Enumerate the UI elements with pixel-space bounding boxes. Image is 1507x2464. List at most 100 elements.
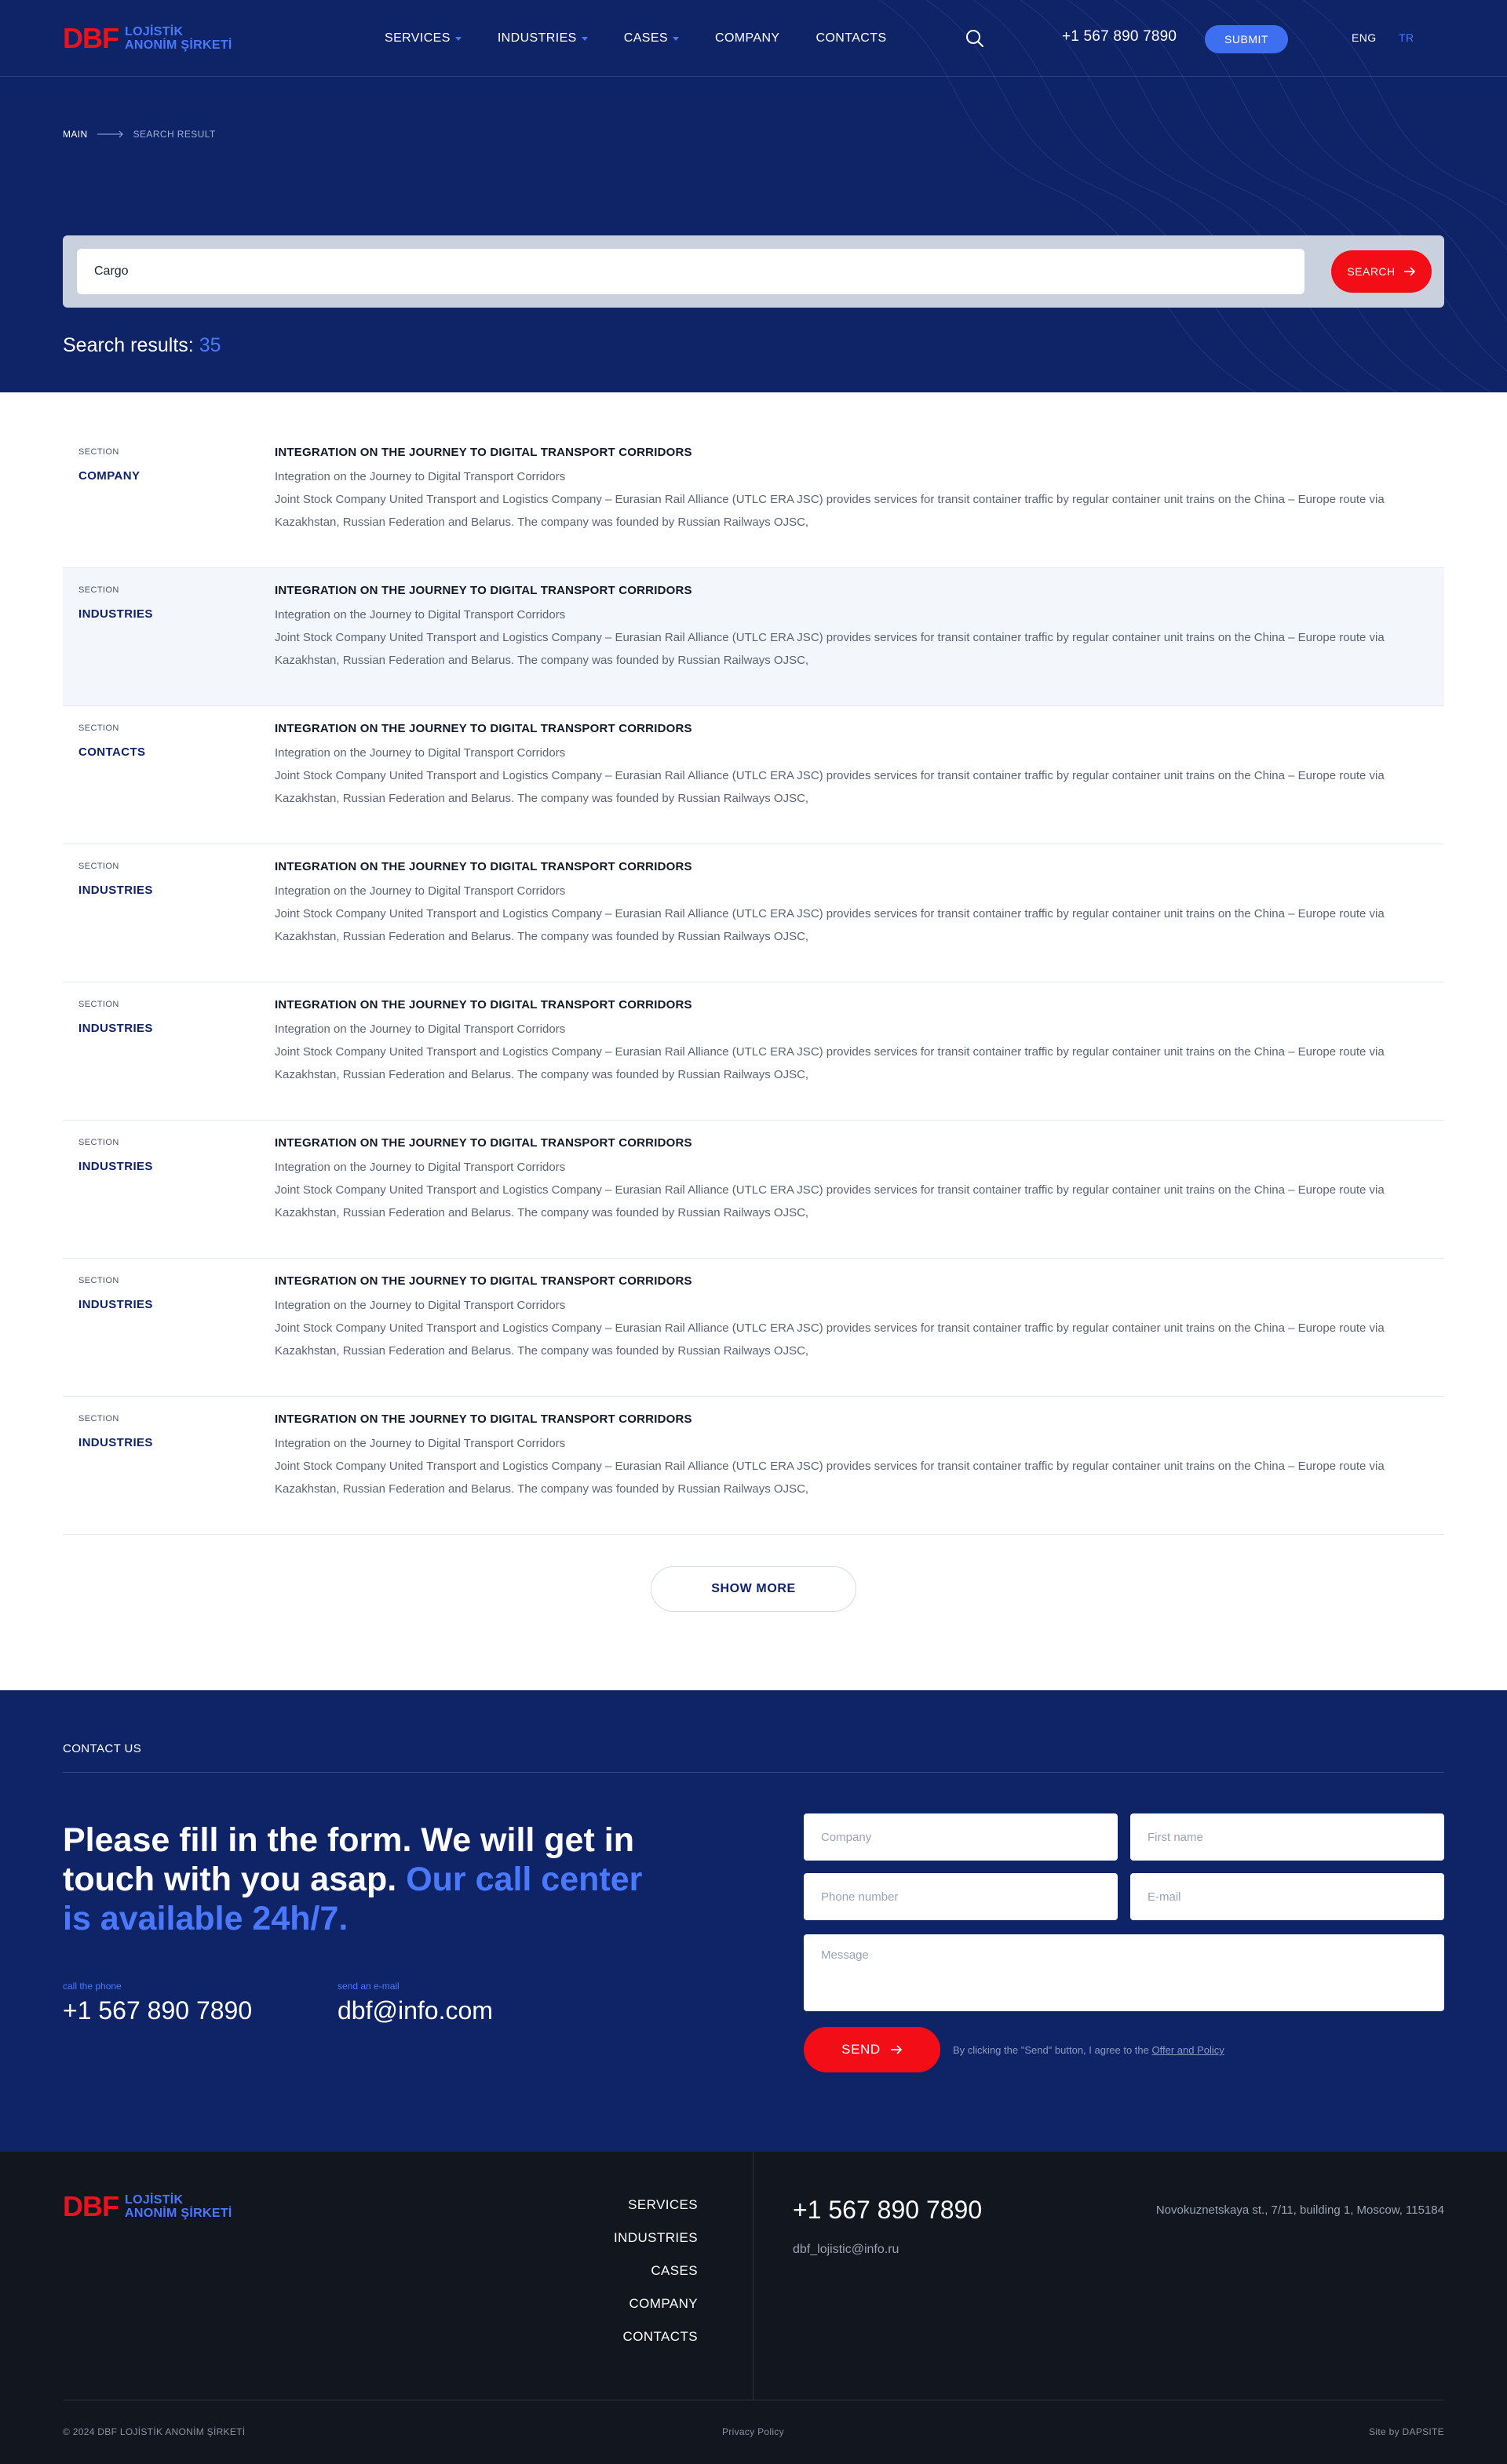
divider — [63, 1772, 1444, 1773]
brand-logo[interactable]: DBF LOJİSTİK ANONİM ŞİRKETİ — [63, 24, 377, 53]
arrow-right-icon — [890, 2045, 902, 2054]
result-subtitle: Integration on the Journey to Digital Tr… — [275, 1022, 566, 1036]
nav-item-industries[interactable]: INDUSTRIES — [498, 31, 588, 46]
logo-mark: DBF — [63, 24, 119, 53]
search-result-row[interactable]: SECTION INDUSTRIES INTEGRATION ON THE JOUR… — [63, 1397, 1444, 1535]
result-section-link[interactable]: INDUSTRIES — [78, 1160, 275, 1173]
privacy-policy-link[interactable]: Privacy Policy — [722, 2426, 784, 2437]
footer-address: Novokuznetskaya st., 7/11, building 1, M… — [1155, 2203, 1444, 2217]
contact-phone-link[interactable]: +1 567 890 7890 — [63, 1996, 252, 2025]
result-section-label: SECTION — [78, 447, 119, 457]
result-section-link[interactable]: CONTACTS — [78, 745, 275, 759]
result-subtitle: Integration on the Journey to Digital Tr… — [275, 608, 566, 621]
email-caption: send an e-mail — [338, 1981, 400, 1992]
consent-note: By clicking the "Send" button, I agree t… — [953, 2044, 1224, 2056]
search-result-row[interactable]: SECTION INDUSTRIES INTEGRATION ON THE JOUR… — [63, 568, 1444, 706]
result-section-column: SECTION INDUSTRIES — [63, 568, 275, 705]
site-credit-link[interactable]: Site by DAPSITE — [1369, 2426, 1444, 2437]
language-eng[interactable]: ENG — [1352, 31, 1377, 44]
contact-section: CONTACT US Please fill in the form. We w… — [0, 1690, 1507, 2152]
result-section-column: SECTION INDUSTRIES — [63, 982, 275, 1120]
logo-wordmark: DBF — [63, 2190, 119, 2222]
result-body: INTEGRATION ON THE JOURNEY TO DIGITAL TR… — [275, 1259, 1405, 1396]
result-excerpt: Joint Stock Company United Transport and… — [275, 1321, 1385, 1358]
result-section-column: SECTION CONTACTS — [63, 706, 275, 844]
search-result-row[interactable]: SECTION INDUSTRIES INTEGRATION ON THE JOUR… — [63, 982, 1444, 1121]
search-result-row[interactable]: SECTION CONTACTS INTEGRATION ON THE JOURNE… — [63, 706, 1444, 844]
show-more-button[interactable]: SHOW MORE — [651, 1566, 856, 1612]
result-title-link[interactable]: INTEGRATION ON THE JOURNEY TO DIGITAL TR… — [275, 722, 1405, 735]
result-subtitle: Integration on the Journey to Digital Tr… — [275, 1161, 566, 1174]
result-subtitle: Integration on the Journey to Digital Tr… — [275, 746, 566, 760]
email-field[interactable] — [1130, 1873, 1444, 1920]
nav-item-services[interactable]: SERVICES — [385, 31, 462, 46]
footer-phone-link[interactable]: +1 567 890 7890 — [793, 2196, 982, 2225]
footer-link-company[interactable]: COMPANY — [629, 2296, 699, 2312]
result-section-link[interactable]: INDUSTRIES — [78, 1298, 275, 1311]
contact-email-link[interactable]: dbf@info.com — [338, 1996, 493, 2025]
result-excerpt: Joint Stock Company United Transport and… — [275, 1460, 1385, 1496]
nav-item-company[interactable]: COMPANY — [715, 31, 780, 46]
result-section-link[interactable]: INDUSTRIES — [78, 1436, 275, 1449]
footer-brand-logo[interactable]: DBF LOJİSTİK ANONİM ŞİRKETİ — [63, 2192, 377, 2221]
footer-email-link[interactable]: dbf_lojistic@info.ru — [793, 2243, 899, 2257]
result-section-link[interactable]: INDUSTRIES — [78, 1022, 275, 1035]
search-result-row[interactable]: SECTION COMPANY INTEGRATION ON THE JOURNEY… — [63, 430, 1444, 568]
message-field[interactable] — [804, 1934, 1444, 2011]
result-subtitle: Integration on the Journey to Digital Tr… — [275, 884, 566, 898]
logo-line-2: ANONİM ŞİRKETİ — [125, 38, 232, 52]
search-icon[interactable] — [964, 27, 986, 49]
submit-button[interactable]: SUBMIT — [1205, 25, 1288, 53]
language-tr[interactable]: TR — [1399, 31, 1414, 44]
result-section-label: SECTION — [78, 862, 119, 871]
show-more-wrapper: SHOW MORE — [0, 1535, 1507, 1690]
footer-nav: SERVICES INDUSTRIES CASES COMPANY CONTAC… — [614, 2197, 698, 2345]
nav-label: CONTACTS — [816, 31, 887, 45]
footer-link-contacts[interactable]: CONTACTS — [623, 2329, 698, 2345]
search-button[interactable]: SEARCH — [1331, 250, 1432, 293]
chevron-down-icon — [581, 36, 588, 41]
hero-section: DBF LOJİSTİK ANONİM ŞİRKETİ SERVICES IND… — [0, 0, 1507, 392]
result-section-label: SECTION — [78, 1138, 119, 1147]
search-result-row[interactable]: SECTION INDUSTRIES INTEGRATION ON THE JOUR… — [63, 1259, 1444, 1397]
offer-policy-link[interactable]: Offer and Policy — [1152, 2044, 1224, 2056]
results-number: 35 — [199, 334, 221, 356]
breadcrumb-main-link[interactable]: MAIN — [63, 129, 88, 140]
contact-heading: Please fill in the form. We will get in … — [63, 1821, 675, 1938]
result-subtitle: Integration on the Journey to Digital Tr… — [275, 470, 566, 483]
company-field[interactable] — [804, 1813, 1118, 1861]
send-button[interactable]: SEND — [804, 2027, 940, 2072]
result-title-link[interactable]: INTEGRATION ON THE JOURNEY TO DIGITAL TR… — [275, 584, 1405, 597]
site-footer: DBF LOJİSTİK ANONİM ŞİRKETİ SERVICES IND… — [0, 2152, 1507, 2464]
result-title-link[interactable]: INTEGRATION ON THE JOURNEY TO DIGITAL TR… — [275, 446, 1405, 459]
search-results-count: Search results: 35 — [63, 334, 221, 357]
search-result-row[interactable]: SECTION INDUSTRIES INTEGRATION ON THE JOUR… — [63, 1121, 1444, 1259]
result-section-link[interactable]: INDUSTRIES — [78, 607, 275, 621]
result-title-link[interactable]: INTEGRATION ON THE JOURNEY TO DIGITAL TR… — [275, 1136, 1405, 1150]
nav-item-contacts[interactable]: CONTACTS — [816, 31, 887, 46]
send-button-label: SEND — [841, 2042, 881, 2057]
search-result-row[interactable]: SECTION INDUSTRIES INTEGRATION ON THE JOUR… — [63, 844, 1444, 982]
footer-link-services[interactable]: SERVICES — [628, 2197, 698, 2213]
main-nav: SERVICES INDUSTRIES CASES COMPANY CONTAC… — [385, 0, 887, 77]
nav-label: CASES — [623, 31, 668, 45]
result-title-link[interactable]: INTEGRATION ON THE JOURNEY TO DIGITAL TR… — [275, 1274, 1405, 1288]
nav-item-cases[interactable]: CASES — [624, 31, 679, 46]
result-subtitle: Integration on the Journey to Digital Tr… — [275, 1437, 566, 1450]
result-title-link[interactable]: INTEGRATION ON THE JOURNEY TO DIGITAL TR… — [275, 1412, 1405, 1426]
result-section-link[interactable]: INDUSTRIES — [78, 884, 275, 897]
header-phone-link[interactable]: +1 567 890 7890 — [1062, 28, 1177, 46]
nav-label: INDUSTRIES — [497, 31, 577, 45]
result-excerpt: Joint Stock Company United Transport and… — [275, 907, 1385, 943]
result-section-link[interactable]: COMPANY — [78, 469, 275, 483]
first-name-field[interactable] — [1130, 1813, 1444, 1861]
search-input[interactable] — [77, 249, 1304, 294]
result-body: INTEGRATION ON THE JOURNEY TO DIGITAL TR… — [275, 430, 1405, 567]
chevron-down-icon — [454, 36, 462, 41]
footer-link-industries[interactable]: INDUSTRIES — [614, 2230, 698, 2246]
result-title-link[interactable]: INTEGRATION ON THE JOURNEY TO DIGITAL TR… — [275, 998, 1405, 1011]
result-title-link[interactable]: INTEGRATION ON THE JOURNEY TO DIGITAL TR… — [275, 860, 1405, 873]
logo-mark: DBF — [63, 2192, 119, 2221]
phone-number-field[interactable] — [804, 1873, 1118, 1920]
footer-link-cases[interactable]: CASES — [651, 2263, 698, 2279]
